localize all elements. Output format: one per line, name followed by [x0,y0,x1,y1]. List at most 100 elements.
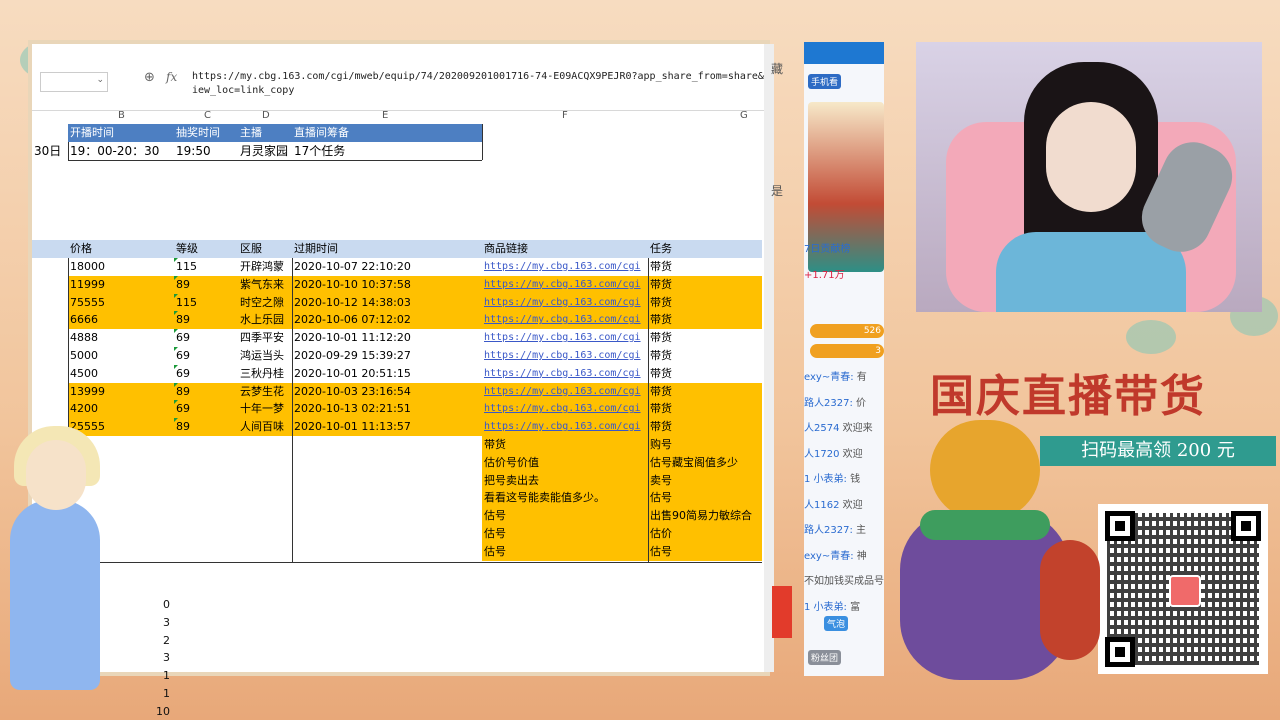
column-header[interactable]: B [118,110,125,121]
cell-task[interactable]: 带货 [648,294,762,312]
column-header[interactable]: G [740,110,748,121]
cell-expire[interactable]: 2020-10-12 14:38:03 [292,294,482,312]
cell-server[interactable]: 时空之隙 [238,294,292,312]
vertical-scrollbar[interactable] [764,44,774,672]
cell-server[interactable]: 四季平安 [238,329,292,347]
column-header[interactable]: E [382,110,388,121]
cell-link-note[interactable]: 估号 [482,507,648,525]
count-cell[interactable]: 2 [140,634,170,647]
cell-price[interactable]: 6666 [68,311,174,329]
schedule-time[interactable]: 19：00-20：30 [68,142,174,160]
cell-task[interactable]: 带货 [648,258,762,276]
cell-level[interactable]: 69 [174,347,238,365]
cell-link[interactable]: https://my.cbg.163.com/cgi [482,347,648,365]
cell-server[interactable]: 人间百味 [238,418,292,436]
cell-task[interactable]: 带货 [648,347,762,365]
cell-link[interactable]: https://my.cbg.163.com/cgi [482,311,648,329]
cell-task-note[interactable]: 估号 [648,489,762,507]
chat-message[interactable]: 路人2327: 价 [804,394,884,409]
cell-link[interactable]: https://my.cbg.163.com/cgi [482,365,648,383]
cell-level[interactable]: 115 [174,294,238,312]
cell-task-note[interactable]: 卖号 [648,472,762,490]
cell-level[interactable]: 69 [174,329,238,347]
table-header-price[interactable]: 价格 [68,240,174,258]
cell-price[interactable]: 5000 [68,347,174,365]
cell-expire[interactable]: 2020-10-06 07:12:02 [292,311,482,329]
column-header[interactable]: C [204,110,211,121]
cell-link-note[interactable]: 带货 [482,436,648,454]
cell-task[interactable]: 带货 [648,365,762,383]
cell-link-note[interactable]: 估号 [482,525,648,543]
fx-icon[interactable]: fx [166,70,177,84]
cell-task-note[interactable]: 估价 [648,525,762,543]
cell-task-note[interactable]: 估号 [648,543,762,561]
cell-level[interactable]: 69 [174,400,238,418]
cell-task[interactable]: 带货 [648,383,762,401]
watch-on-phone-button[interactable]: 手机看 [808,74,842,89]
qr-code[interactable] [1098,504,1268,674]
cell-task[interactable]: 带货 [648,329,762,347]
schedule-host[interactable]: 月灵家园 [238,142,292,160]
cell-server[interactable]: 开辟鸿蒙 [238,258,292,276]
schedule-header[interactable]: 直播间筹备 [292,124,482,142]
cell-price[interactable]: 4200 [68,400,174,418]
cell-price[interactable]: 18000 [68,258,174,276]
count-cell[interactable]: 10 [140,705,170,718]
cell-task[interactable]: 带货 [648,311,762,329]
zoom-icon[interactable]: ⊕ [144,70,155,85]
cell-link[interactable]: https://my.cbg.163.com/cgi [482,400,648,418]
schedule-draw[interactable]: 19:50 [174,142,238,160]
table-header-expire[interactable]: 过期时间 [292,240,482,258]
cell-price[interactable]: 4888 [68,329,174,347]
count-cell[interactable]: 0 [140,598,170,611]
schedule-header[interactable]: 开播时间 [68,124,174,142]
cell-server[interactable]: 紫气东来 [238,276,292,294]
cell-task[interactable]: 带货 [648,400,762,418]
table-header-link[interactable]: 商品链接 [482,240,648,258]
cell-server[interactable]: 云梦生花 [238,383,292,401]
cell-server[interactable]: 水上乐园 [238,311,292,329]
cell-link-note[interactable]: 估价号价值 [482,454,648,472]
cell-expire[interactable]: 2020-10-10 10:37:58 [292,276,482,294]
cell-link[interactable]: https://my.cbg.163.com/cgi [482,418,648,436]
cell-level[interactable]: 115 [174,258,238,276]
cell-expire[interactable]: 2020-10-07 22:10:20 [292,258,482,276]
cell-expire[interactable]: 2020-10-03 23:16:54 [292,383,482,401]
cell-expire[interactable]: 2020-09-29 15:39:27 [292,347,482,365]
cell-link[interactable]: https://my.cbg.163.com/cgi [482,329,648,347]
count-cell[interactable]: 3 [140,616,170,629]
cell-price[interactable]: 11999 [68,276,174,294]
name-box[interactable]: ⌄ [40,72,108,92]
cell-level[interactable]: 89 [174,383,238,401]
cell-expire[interactable]: 2020-10-01 11:12:20 [292,329,482,347]
cell-task-note[interactable]: 出售90简易力敏综合 [648,507,762,525]
cell-expire[interactable]: 2020-10-13 02:21:51 [292,400,482,418]
cell-link-note[interactable]: 把号卖出去 [482,472,648,490]
schedule-prep[interactable]: 17个任务 [292,142,482,160]
cell-task-note[interactable]: 购号 [648,436,762,454]
cell-link[interactable]: https://my.cbg.163.com/cgi [482,294,648,312]
bubble-tag[interactable]: 气泡 [824,616,849,631]
column-header[interactable]: D [262,110,270,121]
schedule-header[interactable]: 主播 [238,124,292,142]
schedule-header[interactable]: 抽奖时间 [174,124,238,142]
cell-task[interactable]: 带货 [648,276,762,294]
cell-level[interactable]: 89 [174,276,238,294]
cell-link[interactable]: https://my.cbg.163.com/cgi [482,258,648,276]
table-header-server[interactable]: 区服 [238,240,292,258]
cell-server[interactable]: 三秋丹桂 [238,365,292,383]
cell-task-note[interactable]: 估号藏宝阁值多少 [648,454,762,472]
cell-link-note[interactable]: 估号 [482,543,648,561]
cell-link-note[interactable]: 看看这号能卖能值多少。 [482,489,648,507]
cell-price[interactable]: 75555 [68,294,174,312]
table-header-level[interactable]: 等级 [174,240,238,258]
cell-task[interactable]: 带货 [648,418,762,436]
cell-link[interactable]: https://my.cbg.163.com/cgi [482,276,648,294]
formula-content[interactable]: https://my.cbg.163.com/cgi/mweb/equip/74… [192,70,770,98]
cell-link[interactable]: https://my.cbg.163.com/cgi [482,383,648,401]
cell-expire[interactable]: 2020-10-01 11:13:57 [292,418,482,436]
cell-server[interactable]: 十年一梦 [238,400,292,418]
column-header[interactable]: F [562,110,568,121]
schedule-date[interactable]: 30日 [32,142,68,160]
count-cell[interactable]: 1 [140,687,170,700]
